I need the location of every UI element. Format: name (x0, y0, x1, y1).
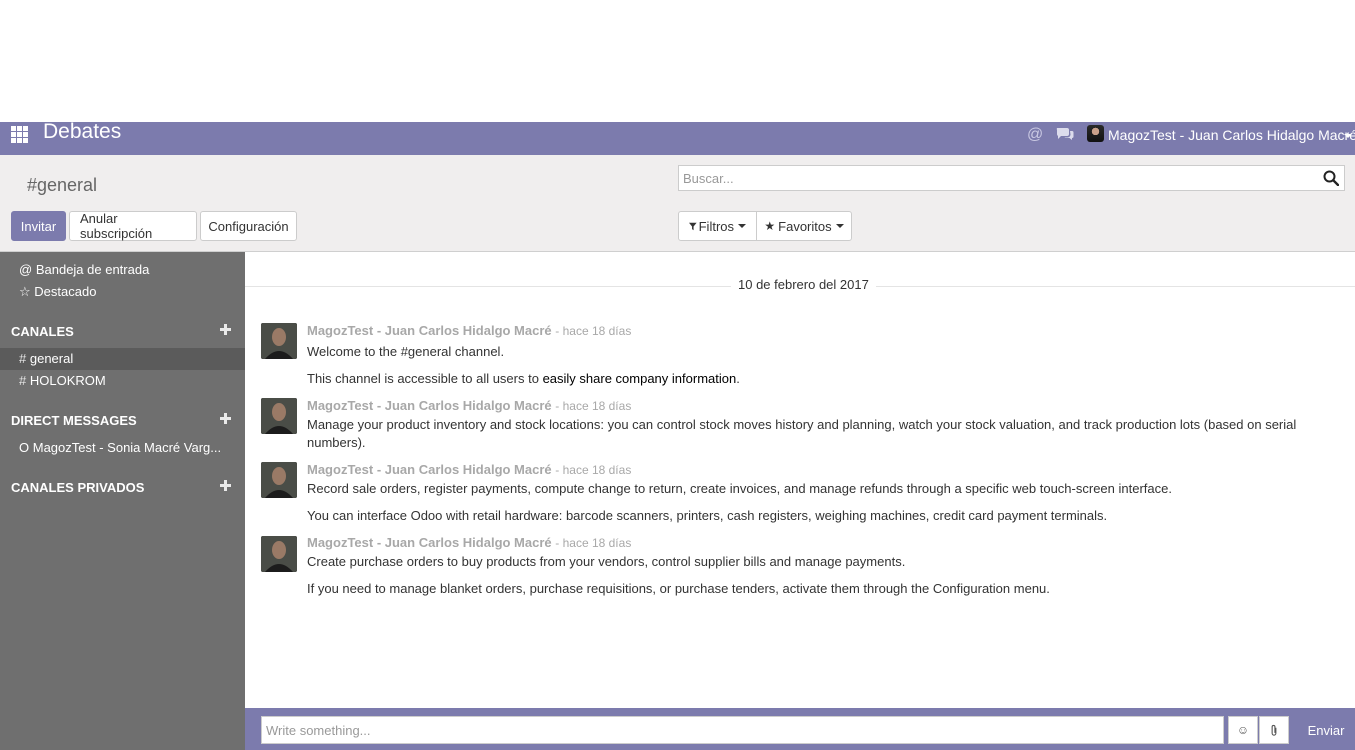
presence-status-icon: O (19, 440, 30, 455)
message-body: Manage your product inventory and stock … (307, 417, 1297, 450)
paperclip-icon (1271, 724, 1277, 736)
message-author[interactable]: MagozTest - Juan Carlos Hidalgo Macré (307, 398, 552, 413)
unsubscribe-button[interactable]: Anular subscripción (69, 211, 197, 241)
person-photo-icon (261, 398, 297, 434)
channel-sidebar: @ Bandeja de entrada ☆ Destacado CANALES… (0, 252, 245, 750)
message-thread: 10 de febrero del 2017 MagozTest - Juan … (245, 252, 1355, 708)
favorites-dropdown[interactable]: ★ Favoritos (756, 211, 852, 241)
message-body: Create purchase orders to buy products f… (307, 554, 906, 569)
sidebar-item-label: Bandeja de entrada (35, 262, 150, 277)
date-separator: 10 de febrero del 2017 (245, 277, 1355, 295)
message-author[interactable]: MagozTest - Juan Carlos Hidalgo Macré (307, 535, 552, 550)
sidebar-item-starred[interactable]: ☆ Destacado (0, 281, 245, 303)
message-author-line: MagozTest - Juan Carlos Hidalgo Macré - … (307, 323, 631, 338)
message-author-line: MagozTest - Juan Carlos Hidalgo Macré - … (307, 462, 631, 477)
message-body: You can interface Odoo with retail hardw… (307, 508, 1108, 523)
add-channel-icon[interactable] (220, 324, 232, 336)
user-menu-name[interactable]: MagozTest - Juan Carlos Hidalgo Macré (1108, 127, 1355, 143)
chevron-down-icon (738, 224, 746, 228)
control-panel: #general Invitar Anular subscripción Con… (0, 155, 1355, 252)
person-photo-icon (261, 536, 297, 572)
message-bold-text: easily share company information (542, 371, 737, 386)
author-avatar[interactable] (261, 536, 297, 572)
sidebar-item-label: MagozTest - Sonia Macré Varg... (32, 440, 222, 455)
message-input[interactable] (261, 716, 1224, 744)
search-box (678, 165, 1345, 191)
chat-icon[interactable] (1056, 127, 1074, 141)
sidebar-item-general[interactable]: # general (0, 348, 245, 370)
message-composer: ☺ Enviar (245, 708, 1355, 750)
sidebar-item-inbox[interactable]: @ Bandeja de entrada (0, 259, 245, 281)
invite-button[interactable]: Invitar (11, 211, 66, 241)
message-date: - hace 18 días (555, 324, 632, 338)
sidebar-item-holokrom[interactable]: # HOLOKROM (0, 370, 245, 392)
message-author[interactable]: MagozTest - Juan Carlos Hidalgo Macré (307, 462, 552, 477)
message-date: - hace 18 días (555, 536, 632, 550)
add-private-channel-icon[interactable] (220, 480, 232, 492)
sidebar-item-label: general (29, 351, 74, 366)
hash-icon: # (19, 373, 27, 388)
search-icon[interactable] (1323, 170, 1339, 186)
smiley-icon: ☺ (1236, 723, 1250, 737)
star-outline-icon: ☆ (19, 284, 31, 299)
attach-button[interactable] (1259, 716, 1289, 744)
send-button[interactable]: Enviar (1303, 716, 1349, 744)
add-dm-icon[interactable] (220, 413, 232, 425)
app-title: Debates (43, 120, 122, 143)
at-icon[interactable]: @ (1027, 126, 1043, 144)
person-photo-icon (261, 323, 297, 359)
message-author[interactable]: MagozTest - Juan Carlos Hidalgo Macré (307, 323, 552, 338)
message-author-line: MagozTest - Juan Carlos Hidalgo Macré - … (307, 398, 631, 413)
sidebar-item-dm-sonia[interactable]: O MagozTest - Sonia Macré Varg... (0, 437, 225, 459)
person-photo-icon (261, 462, 297, 498)
message-text: . (736, 371, 740, 386)
message-body: This channel is accessible to all users … (307, 370, 1317, 388)
filter-icon (689, 222, 697, 230)
sidebar-item-label: HOLOKROM (29, 373, 106, 388)
message-author-line: MagozTest - Juan Carlos Hidalgo Macré - … (307, 535, 631, 550)
sidebar-item-label: Destacado (34, 284, 97, 299)
top-navbar: Debates @ MagozTest - Juan Carlos Hidalg… (0, 120, 1355, 155)
message-date: - hace 18 días (555, 399, 632, 413)
filters-dropdown[interactable]: Filtros (678, 211, 757, 241)
message-text: This channel is accessible to all users … (307, 371, 543, 386)
message-body: Record sale orders, register payments, c… (307, 481, 1172, 496)
message-body: Welcome to the #general channel. (307, 344, 505, 359)
at-icon: @ (19, 262, 33, 277)
direct-messages-heading: DIRECT MESSAGES (11, 413, 137, 428)
emoji-button[interactable]: ☺ (1228, 716, 1258, 744)
author-avatar[interactable] (261, 398, 297, 434)
user-avatar[interactable] (1087, 125, 1104, 142)
chevron-down-icon (835, 224, 844, 228)
message-body: If you need to manage blanket orders, pu… (307, 581, 1050, 596)
chevron-down-icon[interactable] (1344, 134, 1352, 138)
settings-button[interactable]: Configuración (200, 211, 297, 241)
author-avatar[interactable] (261, 462, 297, 498)
filters-label: Filtros (698, 218, 734, 234)
date-separator-label: 10 de febrero del 2017 (731, 277, 876, 292)
breadcrumb: #general (27, 175, 98, 195)
favorites-label: Favoritos (778, 218, 832, 234)
star-icon: ★ (764, 219, 776, 233)
hash-icon: # (19, 351, 27, 366)
author-avatar[interactable] (261, 323, 297, 359)
apps-grid-icon[interactable] (11, 126, 28, 143)
private-channels-heading: CANALES PRIVADOS (11, 480, 145, 495)
channels-heading: CANALES (11, 324, 74, 339)
search-input[interactable] (683, 169, 1313, 187)
blank-area (0, 0, 1355, 122)
message-date: - hace 18 días (555, 463, 632, 477)
